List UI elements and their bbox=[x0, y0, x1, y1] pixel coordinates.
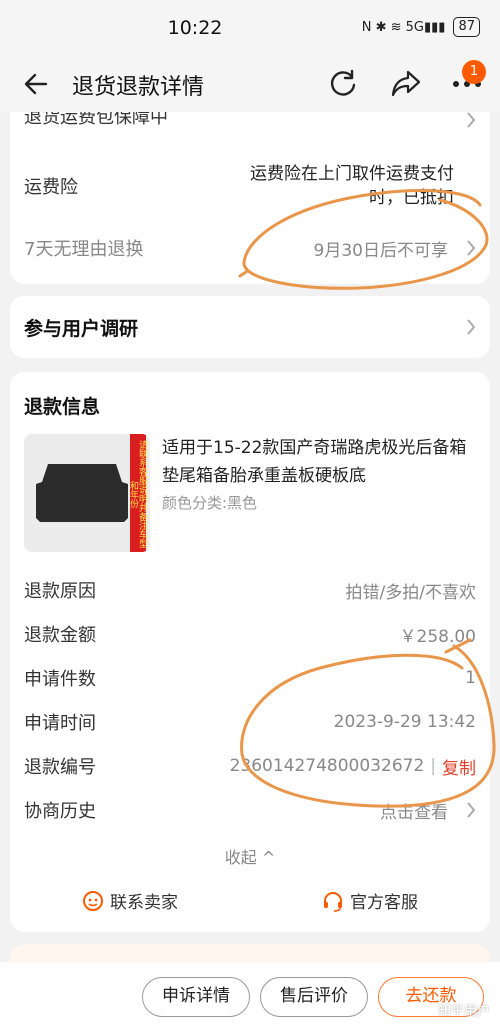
refund-info-title: 退款信息 bbox=[24, 396, 101, 418]
seven-day-return-label: 7天无理由退换 bbox=[24, 239, 144, 260]
refresh-icon[interactable] bbox=[328, 68, 358, 98]
negotiation-history-value: 点击查看 bbox=[380, 802, 448, 823]
chevron-right-icon bbox=[467, 240, 476, 256]
share-icon[interactable] bbox=[390, 68, 422, 98]
freight-insurance-label: 运费险 bbox=[24, 177, 78, 198]
nav-bar: 退货退款详情 1 bbox=[0, 56, 500, 112]
apply-time-row: 申请时间 2023-9-29 13:42 bbox=[24, 708, 476, 736]
refund-info-card: 退款信息 请联系客服说明并备注车型和年份 适用于15-22款国产奇瑞路虎极光后备… bbox=[10, 372, 490, 932]
refund-amount-value: ￥258.00 bbox=[399, 626, 476, 647]
contact-seller-label: 联系卖家 bbox=[110, 893, 178, 913]
back-arrow-icon[interactable] bbox=[22, 70, 50, 98]
apply-count-label: 申请件数 bbox=[24, 669, 96, 690]
freight-guarantee-label: 退货运费包保障中 bbox=[24, 112, 168, 128]
bottom-action-bar: 申诉详情 售后评价 去还款 bbox=[0, 962, 500, 1031]
contact-row: 联系卖家 官方客服 bbox=[10, 888, 490, 913]
apply-time-label: 申请时间 bbox=[24, 713, 96, 734]
watermark: 知乎用户 bbox=[437, 1004, 490, 1019]
headset-icon bbox=[324, 891, 342, 912]
product-spec: 颜色分类:黑色 bbox=[162, 494, 258, 512]
refund-reason-row: 退款原因 拍错/多拍/不喜欢 bbox=[24, 576, 476, 604]
separator: | bbox=[430, 756, 436, 776]
survey-card[interactable]: 参与用户调研 bbox=[10, 296, 490, 358]
survey-row[interactable]: 参与用户调研 bbox=[24, 311, 476, 343]
copy-button[interactable]: 复制 bbox=[442, 754, 476, 779]
page-title: 退货退款详情 bbox=[72, 75, 205, 100]
refund-number-label: 退款编号 bbox=[24, 757, 96, 778]
refund-amount-label: 退款金额 bbox=[24, 625, 96, 646]
freight-guarantee-row[interactable]: 退货运费包保障中 bbox=[24, 112, 476, 130]
status-bar: 10:22 N ✱ ≋ 5G▮▮▮ 87 bbox=[0, 0, 500, 56]
status-icons: N ✱ ≋ 5G▮▮▮ 87 bbox=[362, 17, 480, 37]
official-service-button[interactable]: 官方客服 bbox=[250, 888, 490, 913]
product-title[interactable]: 适用于15-22款国产奇瑞路虎极光后备箱垫尾箱备胎承重盖板硬板底 bbox=[162, 434, 472, 490]
chevron-right-icon bbox=[467, 112, 476, 128]
refund-reason-label: 退款原因 bbox=[24, 581, 96, 602]
seven-day-return-row[interactable]: 7天无理由退换 9月30日后不可享 bbox=[24, 232, 476, 264]
chevron-right-icon bbox=[467, 319, 476, 335]
apply-time-value: 2023-9-29 13:42 bbox=[333, 712, 476, 732]
negotiation-history-row[interactable]: 协商历史 点击查看 bbox=[24, 796, 476, 824]
after-sale-review-button[interactable]: 售后评价 bbox=[260, 977, 368, 1017]
seven-day-return-value: 9月30日后不可享 bbox=[313, 240, 448, 261]
refund-amount-row: 退款金额 ￥258.00 bbox=[24, 620, 476, 648]
refund-reason-value: 拍错/多拍/不喜欢 bbox=[345, 582, 476, 603]
collapse-button[interactable]: 收起 ^ bbox=[10, 844, 490, 868]
contact-seller-button[interactable]: 联系卖家 bbox=[10, 888, 250, 913]
freight-insurance-value: 运费险在上门取件运费支付时，已抵扣 bbox=[250, 164, 454, 208]
apply-count-value: 1 bbox=[465, 668, 476, 688]
freight-insurance-row: 运费险 运费险在上门取件运费支付时，已抵扣 bbox=[24, 160, 476, 212]
trunk-mat-image bbox=[36, 464, 128, 522]
battery-icon: 87 bbox=[453, 17, 480, 37]
notification-badge: 1 bbox=[462, 60, 486, 84]
negotiation-history-label: 协商历史 bbox=[24, 801, 96, 822]
official-service-label: 官方客服 bbox=[350, 893, 418, 913]
signal-icons: N ✱ ≋ 5G▮▮▮ bbox=[361, 19, 446, 35]
product-image[interactable]: 请联系客服说明并备注车型和年份 bbox=[24, 434, 150, 552]
seller-chat-icon bbox=[83, 890, 103, 911]
product-promo-strip: 请联系客服说明并备注车型和年份 bbox=[128, 434, 147, 552]
apply-count-row: 申请件数 1 bbox=[24, 664, 476, 692]
return-insurance-card: 退货运费包保障中 运费险 运费险在上门取件运费支付时，已抵扣 7天无理由退换 9… bbox=[10, 112, 490, 284]
refund-number-value: 236014274800032672 bbox=[229, 756, 425, 776]
chevron-right-icon bbox=[467, 802, 476, 818]
appeal-details-button[interactable]: 申诉详情 bbox=[142, 977, 250, 1017]
refund-number-group: 236014274800032672 | 复制 bbox=[230, 754, 476, 779]
status-time: 10:22 bbox=[167, 17, 223, 39]
survey-label: 参与用户调研 bbox=[24, 317, 139, 340]
refund-number-row: 退款编号 236014274800032672 | 复制 bbox=[24, 752, 476, 780]
